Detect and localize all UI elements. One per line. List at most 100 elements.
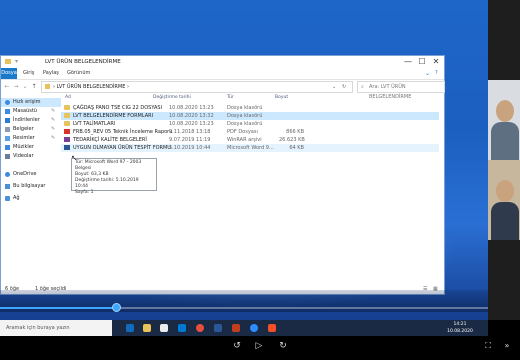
sidebar-item-network[interactable]: Ağ (1, 194, 61, 203)
navigation-bar: ← → ⌄ ↑ › LVT ÜRÜN BELGELENDİRME › ⌄ ↻ ⌕… (1, 80, 445, 100)
forward-icon[interactable]: ↻ (276, 338, 290, 354)
tooltip-type: Tür: Microsoft Word 97 - 2003 Belgesi (75, 160, 142, 171)
taskbar-clock[interactable]: 14:21 10.08.2020 (440, 320, 480, 336)
network-icon (5, 196, 10, 201)
taskbar-search-input[interactable]: Aramak için buraya yazın (0, 320, 112, 336)
picture-icon (5, 136, 10, 141)
address-dropdown-icon[interactable]: ⌄ (332, 82, 336, 92)
column-header-type[interactable]: Tür (227, 93, 234, 102)
file-date: 5.10.2019 10:44 (169, 145, 211, 151)
participant-body (491, 202, 519, 240)
forward-arrow-icon[interactable]: → (12, 82, 20, 91)
rewind-icon[interactable]: ↺ (230, 338, 244, 354)
participant-body (491, 122, 519, 160)
sidebar-item-quick-access[interactable]: Hızlı erişim (1, 98, 61, 107)
clock-date: 10.08.2020 (447, 329, 473, 334)
pin-icon: ✎ (51, 126, 56, 132)
file-name: ÇAĞDAŞ PANO TSE CIG 22 DOSYASI (73, 105, 163, 111)
participant-tile-4[interactable] (488, 240, 520, 320)
office-icon[interactable] (268, 324, 276, 332)
sidebar-item-music[interactable]: Müzikler (1, 143, 61, 152)
tooltip-modified: Değiştirme tarihi: 5.10.2019 10:44 (75, 178, 139, 189)
pin-icon: ✎ (51, 135, 56, 141)
seek-handle[interactable] (112, 303, 121, 312)
file-row[interactable]: LVT TALİMATLARI 10.08.2020 13:23 Dosya k… (61, 120, 439, 128)
file-date: 10.08.2020 13:32 (169, 113, 214, 119)
folder-icon (64, 105, 70, 110)
quick-access-toolbar-icon[interactable]: ▾ (15, 58, 18, 65)
maximize-button[interactable]: ☐ (415, 56, 429, 68)
file-size: 866 KB (286, 129, 304, 135)
word-document-icon (64, 145, 70, 150)
file-row[interactable]: TEDARİKÇİ KALİTE BELGELERİ 9.07.2019 11:… (61, 136, 439, 144)
sidebar-item-label: Müzikler (13, 144, 34, 150)
file-date: 9.07.2019 11:19 (169, 137, 211, 143)
sidebar-item-documents[interactable]: Belgeler ✎ (1, 125, 61, 134)
file-name: LVT BELGELENDİRME FORMLARI (73, 113, 154, 119)
play-icon[interactable]: ▷ (252, 338, 266, 354)
column-header-size[interactable]: Boyut (275, 93, 288, 102)
folder-icon (64, 121, 70, 126)
tab-share[interactable]: Paylaş (43, 68, 59, 79)
sidebar-item-pictures[interactable]: Resimler ✎ (1, 134, 61, 143)
file-type: PDF Dosyası (227, 129, 258, 135)
tab-file[interactable]: Dosya (1, 68, 17, 79)
minimize-button[interactable]: — (401, 56, 415, 68)
expand-ribbon-icon[interactable]: ⌄ (425, 68, 430, 79)
sidebar-item-onedrive[interactable]: OneDrive (1, 170, 61, 179)
pin-icon: ✎ (51, 117, 56, 123)
participant-avatar (496, 180, 514, 202)
close-button[interactable]: ✕ (429, 56, 443, 68)
sidebar-item-downloads[interactable]: İndirilenler ✎ (1, 116, 61, 125)
folder-icon (5, 59, 11, 64)
file-date: 9.11.2018 13:18 (169, 129, 211, 135)
word-icon[interactable] (214, 324, 222, 332)
participant-tile-2[interactable] (488, 80, 520, 160)
taskbar-search-placeholder: Aramak için buraya yazın (6, 325, 70, 331)
back-arrow-icon[interactable]: ← (3, 82, 11, 91)
edge-icon[interactable] (126, 324, 134, 332)
file-type: WinRAR arşivi (227, 137, 262, 143)
file-type: Dosya klasörü (227, 113, 263, 119)
folder-icon (64, 113, 70, 118)
sidebar-item-label: Resimler (13, 135, 35, 141)
powerpoint-icon[interactable] (232, 324, 240, 332)
fullscreen-icon[interactable]: ⛶ (482, 338, 494, 354)
archive-icon (64, 137, 70, 142)
zoom-icon[interactable] (250, 324, 258, 332)
mail-icon[interactable] (178, 324, 186, 332)
file-explorer-window: ▾ LVT ÜRÜN BELGELENDİRME — ☐ ✕ Dosya Gir… (0, 55, 445, 295)
desktop-icon (5, 109, 10, 114)
tab-home[interactable]: Giriş (23, 68, 34, 79)
store-icon[interactable] (160, 324, 168, 332)
file-row[interactable]: ÇAĞDAŞ PANO TSE CIG 22 DOSYASI 10.08.202… (61, 104, 439, 112)
sidebar-item-label: Videolar (13, 153, 34, 159)
ribbon: Dosya Giriş Paylaş Görünüm ⌄ ? (1, 68, 444, 80)
column-header-date[interactable]: Değiştirme tarihi (153, 93, 191, 102)
skip-icon[interactable]: » (500, 338, 514, 354)
file-row[interactable]: FRB.05_REV 05 Teknik İnceleme Raporu 9.1… (61, 128, 439, 136)
file-type: Dosya klasörü (227, 121, 263, 127)
file-row-selected[interactable]: LVT BELGELENDİRME FORMLARI 10.08.2020 13… (61, 112, 439, 120)
help-icon[interactable]: ? (435, 68, 438, 79)
column-header-name[interactable]: Ad (65, 93, 71, 102)
participant-tile-1[interactable] (488, 0, 520, 80)
file-row-hovered[interactable]: UYGUN OLMAYAN ÜRÜN TESPİT FORMU 5.10.201… (61, 144, 439, 152)
refresh-icon[interactable]: ↻ (342, 82, 346, 92)
document-icon (5, 127, 10, 132)
recent-locations-chevron-icon[interactable]: ⌄ (21, 82, 29, 91)
file-explorer-taskbar-icon[interactable] (143, 324, 151, 332)
up-arrow-icon[interactable]: ↑ (30, 82, 38, 91)
file-date: 10.08.2020 13:23 (169, 105, 214, 111)
participant-tile-3[interactable] (488, 160, 520, 240)
chrome-icon[interactable] (196, 324, 204, 332)
tab-view[interactable]: Görünüm (67, 68, 90, 79)
file-date: 10.08.2020 13:23 (169, 121, 214, 127)
search-input[interactable]: ⌕ Ara: LVT ÜRÜN BELGELENDİRME (357, 81, 445, 100)
mouse-cursor-icon: ↖ (71, 154, 77, 162)
sidebar-item-desktop[interactable]: Masaüstü ✎ (1, 107, 61, 116)
sidebar-item-this-pc[interactable]: Bu bilgisayar (1, 182, 61, 191)
sidebar-item-videos[interactable]: Videolar (1, 152, 61, 161)
address-bar[interactable]: › LVT ÜRÜN BELGELENDİRME › ⌄ ↻ (41, 81, 353, 93)
search-icon: ⌕ (361, 84, 364, 90)
